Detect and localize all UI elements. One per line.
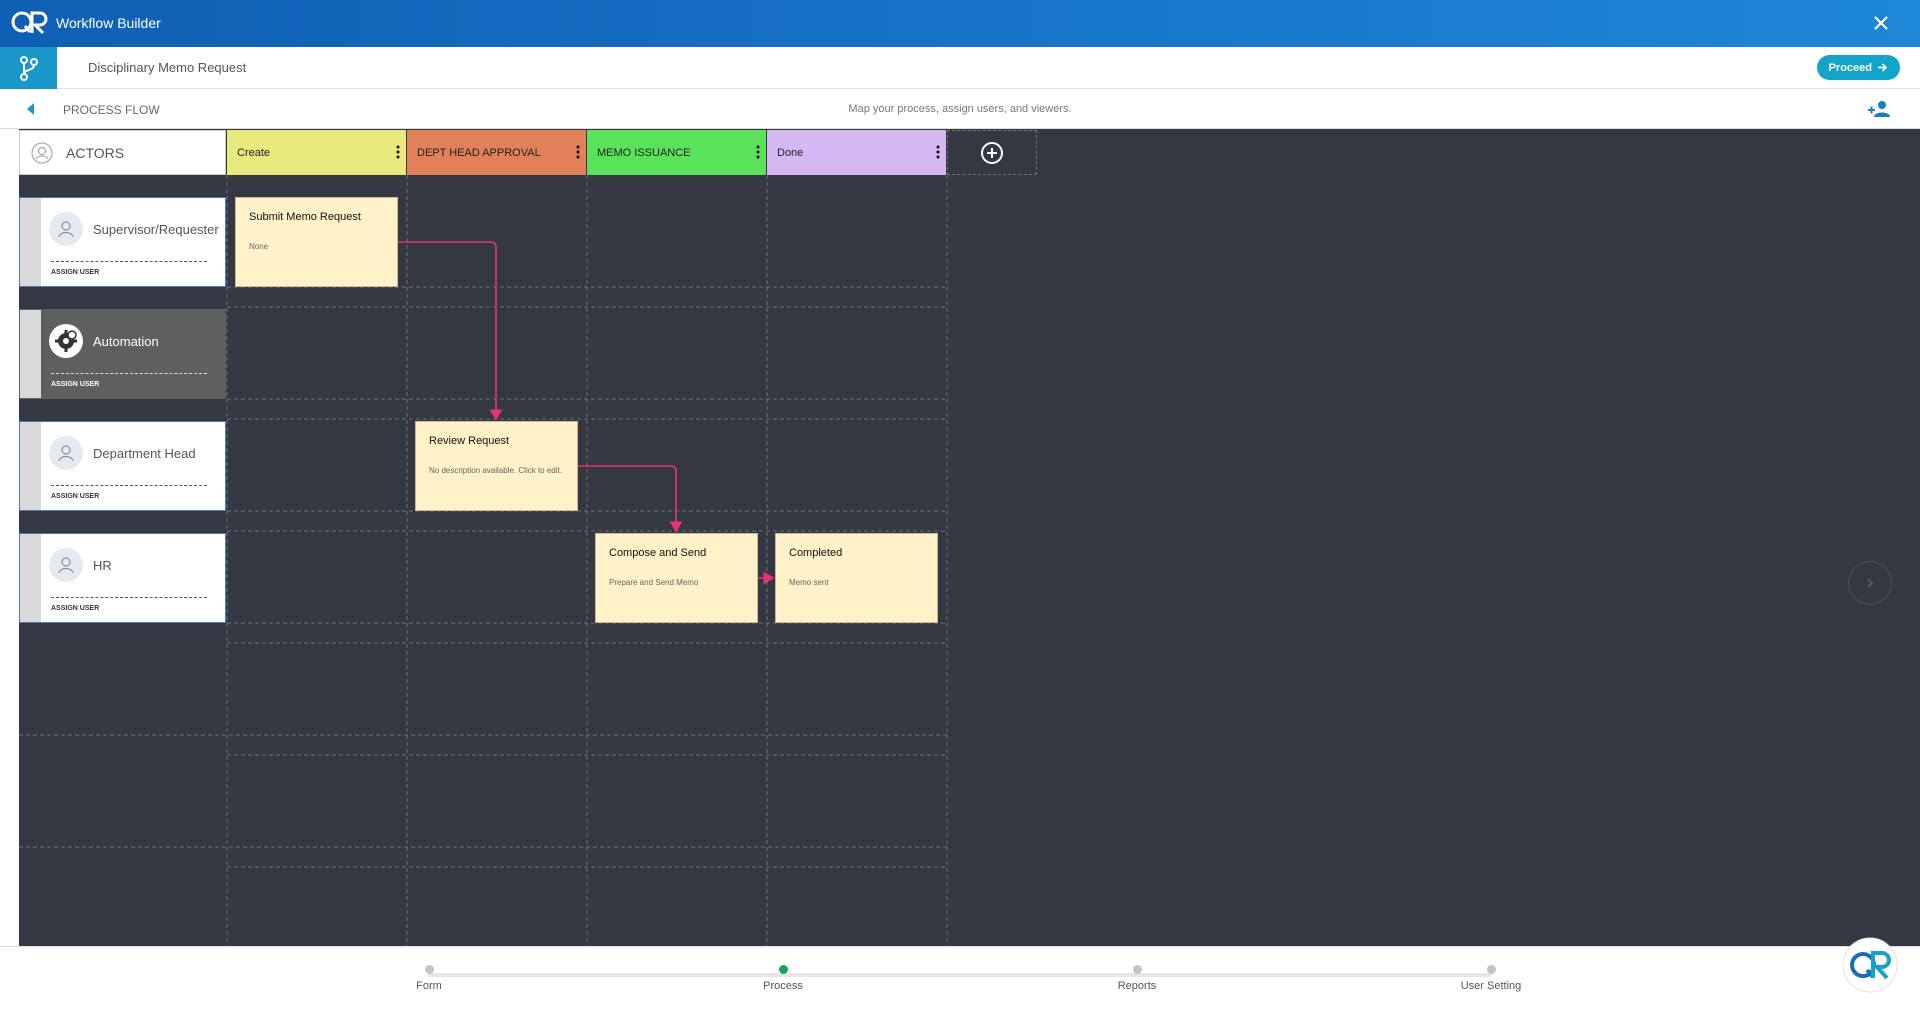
node-title: Review Request [429,435,510,447]
column-header-dept-head-approval[interactable]: DEPT HEAD APPROVAL [407,130,586,175]
step-dot [1132,965,1142,974]
workflow-toggle-button[interactable] [0,47,57,89]
node-description: Memo sent [789,578,829,587]
column-title: DEPT HEAD APPROVAL [417,146,541,159]
avatar-icon [58,557,74,574]
process-hint: Map your process, assign users, and view… [848,103,1072,115]
actor-name: Supervisor/Requester [93,222,219,237]
process-node-completed[interactable]: Completed Memo sent [775,533,938,623]
progress-track [428,973,1492,977]
actor-drag-handle[interactable] [20,534,41,622]
assign-user-link[interactable]: ASSIGN USER [51,493,99,500]
app-title: Workflow Builder [56,15,161,31]
scroll-right-button[interactable] [1848,561,1892,605]
actors-label: ACTORS [66,144,125,161]
proceed-button[interactable]: Proceed [1816,55,1900,80]
process-node-review-request[interactable]: Review Request No description available.… [415,421,578,511]
kebab-icon[interactable] [576,145,580,159]
process-flow-bar: PROCESS FLOW Map your process, assign us… [0,89,1920,129]
avatar-icon [31,141,53,164]
actor-name: HR [93,558,112,573]
step-dot [424,965,434,974]
proceed-label: Proceed [1828,61,1872,74]
arrow-right-icon [1878,63,1888,72]
brand-logo-icon[interactable] [1842,937,1898,993]
column-title: Done [777,146,804,159]
chevron-left-icon[interactable] [26,103,36,115]
branch-icon [20,56,38,81]
step-dot [778,965,788,974]
actor-card-hr[interactable]: HR ASSIGN USER [19,533,226,623]
process-canvas: ACTORS Create DEPT HEAD APPROVAL MEMO IS… [0,129,1920,946]
chevron-right-icon [1867,578,1874,588]
actor-drag-handle[interactable] [20,422,41,510]
actor-card-supervisor[interactable]: Supervisor/Requester ASSIGN USER [19,197,226,287]
plus-circle-icon [981,141,1003,164]
gear-icon [55,330,77,352]
column-header-create[interactable]: Create [227,130,406,175]
step-label: Form [416,980,442,992]
divider [51,485,207,486]
divider [51,261,207,262]
column-title: MEMO ISSUANCE [597,146,691,159]
divider [51,373,207,374]
node-title: Completed [789,547,843,559]
avatar-icon [58,445,74,462]
node-title: Compose and Send [609,547,707,559]
add-user-icon[interactable] [1866,99,1892,119]
kebab-icon[interactable] [756,145,760,159]
step-label: User Setting [1460,980,1522,992]
add-column-button[interactable] [947,130,1037,175]
column-header-done[interactable]: Done [767,130,946,175]
actor-card-department-head[interactable]: Department Head ASSIGN USER [19,421,226,511]
document-header: Disciplinary Memo Request Proceed [0,47,1920,89]
step-dot [1486,965,1496,974]
step-label: Reports [1117,980,1157,992]
assign-user-link[interactable]: ASSIGN USER [51,605,99,612]
actor-drag-handle[interactable] [20,310,41,398]
document-title: Disciplinary Memo Request [88,60,247,75]
step-process[interactable]: Process [733,965,833,992]
actor-card-automation[interactable]: Automation ASSIGN USER [19,309,226,399]
close-icon[interactable] [1870,12,1892,34]
step-label: Process [763,980,803,992]
node-title: Submit Memo Request [249,211,361,223]
avatar-icon [58,221,74,238]
process-node-compose-and-send[interactable]: Compose and Send Prepare and Send Memo [595,533,758,623]
wizard-footer: Form Process Reports User Setting [0,937,1920,1011]
assign-user-link[interactable]: ASSIGN USER [51,269,99,276]
kebab-icon[interactable] [936,145,940,159]
assign-user-link[interactable]: ASSIGN USER [51,381,99,388]
divider [51,597,207,598]
column-header-memo-issuance[interactable]: MEMO ISSUANCE [587,130,766,175]
avatar [49,324,83,358]
section-title: PROCESS FLOW [63,103,160,117]
avatar [49,548,83,582]
node-description: Prepare and Send Memo [609,578,699,587]
actor-drag-handle[interactable] [20,198,41,286]
node-description: None [249,242,269,251]
actor-name: Automation [93,334,159,349]
step-user-setting[interactable]: User Setting [1441,965,1541,992]
title-bar: Workflow Builder [0,0,1920,47]
step-form[interactable]: Form [379,965,479,992]
actor-name: Department Head [93,446,196,461]
process-node-submit-memo-request[interactable]: Submit Memo Request None [235,197,398,287]
column-title: Create [237,146,271,159]
step-reports[interactable]: Reports [1087,965,1187,992]
node-description: No description available. Click to edit. [429,466,562,475]
avatar [49,436,83,470]
avatar [49,212,83,246]
logo-icon [11,11,48,35]
actors-header: ACTORS [19,130,226,175]
kebab-icon[interactable] [396,145,400,159]
